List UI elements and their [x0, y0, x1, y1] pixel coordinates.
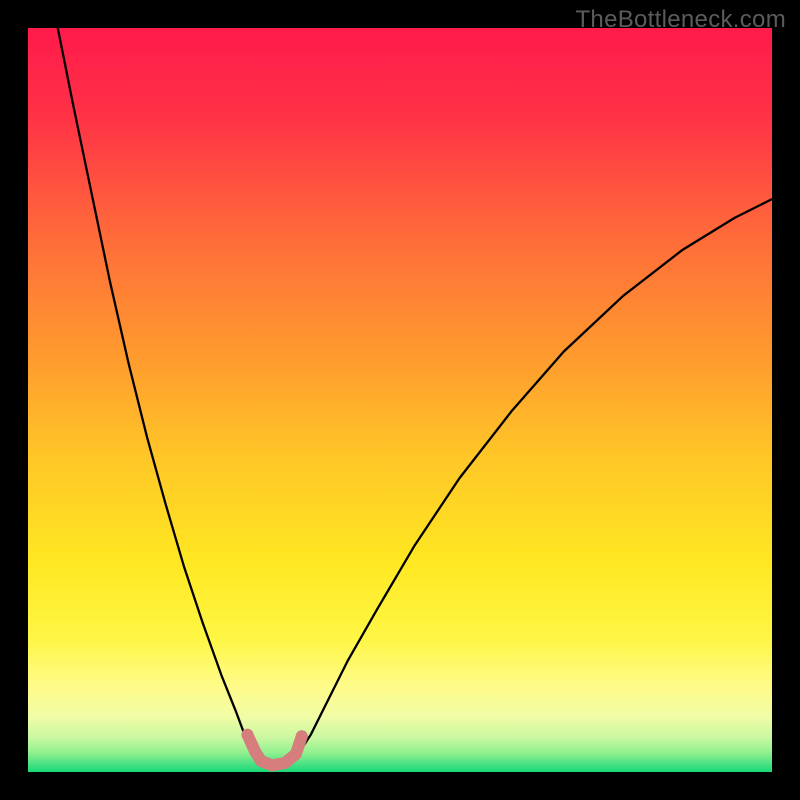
plot-area	[28, 28, 772, 772]
data-point	[241, 729, 253, 741]
data-point	[289, 750, 299, 760]
chart-frame: TheBottleneck.com	[0, 0, 800, 800]
gradient-background	[28, 28, 772, 772]
chart-svg	[28, 28, 772, 772]
data-point	[296, 730, 308, 742]
data-point	[251, 748, 261, 758]
